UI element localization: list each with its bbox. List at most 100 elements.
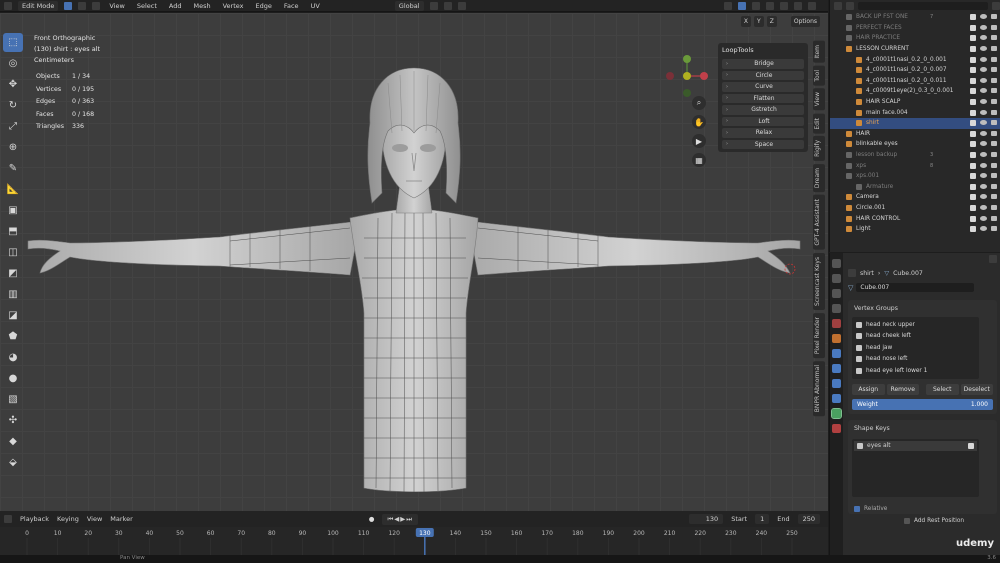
visibility-icon[interactable] <box>724 1 732 10</box>
edge-select-icon[interactable] <box>78 1 87 10</box>
eye-icon[interactable] <box>980 56 987 62</box>
eye-icon[interactable] <box>980 77 987 83</box>
exclude-checkbox[interactable] <box>970 215 976 222</box>
playback-controls[interactable]: ⏮◀▶⏭ <box>382 513 419 525</box>
camera-icon[interactable] <box>991 46 997 52</box>
camera-icon[interactable] <box>991 173 997 179</box>
grid-view-icon[interactable]: ▦ <box>692 153 706 167</box>
tab-tool[interactable]: Tool <box>813 65 825 86</box>
exclude-checkbox[interactable] <box>970 56 976 63</box>
tool-tab-icon[interactable] <box>832 259 841 268</box>
snap-icon[interactable] <box>443 1 452 10</box>
menu-face[interactable]: Face <box>281 2 302 10</box>
outliner-row[interactable]: HAIR CONTROL <box>830 213 1000 224</box>
pivot-icon[interactable] <box>429 1 438 10</box>
filter-icon[interactable] <box>992 2 1000 10</box>
inset-icon[interactable]: ◫ <box>3 243 23 262</box>
timeline-editor-icon[interactable] <box>4 515 12 523</box>
shape-key-mute-checkbox[interactable] <box>968 442 974 449</box>
camera-icon[interactable] <box>991 194 997 200</box>
editor-type-icon[interactable] <box>4 1 12 10</box>
exclude-checkbox[interactable] <box>970 67 976 74</box>
tab-view[interactable]: View <box>813 88 825 111</box>
exclude-checkbox[interactable] <box>970 162 976 169</box>
current-frame-field[interactable]: 130 <box>689 514 724 524</box>
select-box-icon[interactable]: ⬚ <box>3 33 23 52</box>
bevel-icon[interactable]: ◩ <box>3 264 23 283</box>
looptools-bridge[interactable]: › Bridge <box>722 59 804 69</box>
camera-view-icon[interactable]: ▶ <box>692 134 706 148</box>
record-icon[interactable]: ● <box>369 515 375 523</box>
eye-icon[interactable] <box>980 35 987 41</box>
knife-icon[interactable]: ◪ <box>3 306 23 325</box>
scale-icon[interactable]: ⤢ <box>3 117 23 136</box>
camera-icon[interactable] <box>991 152 997 158</box>
render-tab-icon[interactable] <box>832 274 841 283</box>
navigation-gizmo[interactable] <box>664 53 710 99</box>
mesh-name-field[interactable]: Cube.007 <box>856 283 975 292</box>
eye-icon[interactable] <box>980 204 987 210</box>
select-button[interactable]: Select <box>926 383 959 395</box>
eye-icon[interactable] <box>980 88 987 94</box>
tab-rigify[interactable]: Rigify <box>813 136 825 162</box>
outliner-row[interactable]: Armature <box>830 182 1000 193</box>
list-item[interactable]: head cheek left <box>852 331 979 343</box>
constraints-tab-icon[interactable] <box>832 394 841 403</box>
loop-cut-icon[interactable]: ▥ <box>3 285 23 304</box>
exclude-checkbox[interactable] <box>970 173 976 180</box>
eye-icon[interactable] <box>980 162 987 168</box>
eye-icon[interactable] <box>980 46 987 52</box>
menu-marker[interactable]: Marker <box>110 515 132 523</box>
search-icon[interactable] <box>989 255 997 263</box>
outliner-row[interactable]: 4_c0009t1eye(2)_0.3_0_0.001 <box>830 86 1000 97</box>
list-item[interactable]: head neck upper <box>852 319 979 331</box>
looptools-gstretch[interactable]: › Gstretch <box>722 105 804 115</box>
scene-tab-icon[interactable] <box>832 319 841 328</box>
exclude-checkbox[interactable] <box>970 77 976 84</box>
3d-viewport[interactable]: X Y Z Options Front Orthographic (130) s… <box>0 13 828 511</box>
outliner-row[interactable]: Circle.001 <box>830 203 1000 214</box>
outliner-row[interactable]: main face.004 <box>830 107 1000 118</box>
pan-hand-icon[interactable]: ✋ <box>692 115 706 129</box>
outliner-row[interactable]: HAIR PRACTICE <box>830 33 1000 44</box>
rotate-icon[interactable]: ↻ <box>3 96 23 115</box>
outliner-row[interactable]: 4_c0001t1nasi_0.2_0_0.001 <box>830 54 1000 65</box>
menu-playback[interactable]: Playback <box>20 515 49 523</box>
looptools-title[interactable]: LoopTools <box>718 43 808 57</box>
shading-solid-icon[interactable] <box>780 1 788 10</box>
remove-button[interactable]: Remove <box>886 383 919 395</box>
eye-icon[interactable] <box>980 130 987 136</box>
view-layer-tab-icon[interactable] <box>832 304 841 313</box>
deselect-button[interactable]: Deselect <box>960 383 993 395</box>
menu-vertex[interactable]: Vertex <box>220 2 247 10</box>
tab-pixel-render[interactable]: Pixel Render <box>813 312 825 359</box>
annotate-icon[interactable]: ✎ <box>3 159 23 178</box>
outliner-row[interactable]: 4_c0001t1nasi_0.2_0_0.007 <box>830 65 1000 76</box>
eye-icon[interactable] <box>980 183 987 189</box>
looptools-circle[interactable]: › Circle <box>722 70 804 80</box>
shear-icon[interactable]: ◆ <box>3 432 23 451</box>
proportional-edit-icon[interactable] <box>457 1 466 10</box>
outliner-row[interactable]: shirt <box>830 117 1000 129</box>
material-tab-icon[interactable] <box>832 424 841 433</box>
eye-icon[interactable] <box>980 120 987 126</box>
vertex-group-list[interactable]: head neck upper head cheek left head jaw… <box>852 317 979 379</box>
gizmo-toggle-icon[interactable] <box>738 1 746 10</box>
outliner-row[interactable]: HAIR <box>830 129 1000 140</box>
outliner[interactable]: BACK UP FST ONE 7 PERFECT FACES HAIR PRACTI… <box>829 0 1000 252</box>
particles-tab-icon[interactable] <box>832 364 841 373</box>
cursor-icon[interactable]: ◎ <box>3 54 23 73</box>
menu-view[interactable]: View <box>106 2 127 10</box>
add-rest-position-row[interactable]: Add Rest Position <box>844 514 1000 524</box>
menu-edge[interactable]: Edge <box>253 2 275 10</box>
camera-icon[interactable] <box>991 226 997 232</box>
exclude-checkbox[interactable] <box>970 152 976 159</box>
exclude-checkbox[interactable] <box>970 130 976 137</box>
list-item[interactable]: head jaw <box>852 342 979 354</box>
exclude-checkbox[interactable] <box>970 35 976 42</box>
outliner-row[interactable]: Camera <box>830 192 1000 203</box>
transform-icon[interactable]: ⊕ <box>3 138 23 157</box>
eye-icon[interactable] <box>980 141 987 147</box>
camera-icon[interactable] <box>991 14 997 20</box>
eye-icon[interactable] <box>980 194 987 200</box>
